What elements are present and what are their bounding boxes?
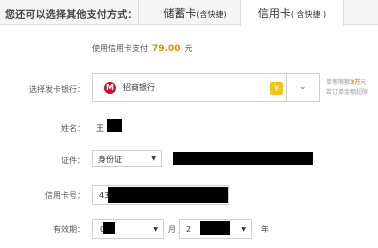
tab-credit-card[interactable]: 信用卡( 含快捷 ) bbox=[240, 0, 344, 26]
expiry-year-unit: 年 bbox=[261, 225, 269, 234]
tab-divider bbox=[138, 0, 139, 25]
id-number-redaction bbox=[173, 152, 313, 165]
card-number-label: 信用卡号： bbox=[45, 191, 85, 200]
bank-name: 招商银行 bbox=[123, 83, 155, 92]
tab-debit-label: 储蓄卡 bbox=[163, 7, 197, 20]
bank-label: 选择发卡银行： bbox=[29, 85, 85, 94]
payment-amount: 79.00 bbox=[152, 44, 181, 54]
tab-debit-hint: (含快捷) bbox=[196, 10, 227, 19]
caret-down-icon: ▼ bbox=[151, 155, 156, 162]
caret-down-icon: ▼ bbox=[241, 226, 246, 233]
payment-method-tab-bar: 您还可以选择其他支付方式： 储蓄卡(含快捷) 信用卡( 含快捷 ) bbox=[0, 0, 378, 26]
tab-credit-label: 信用卡 bbox=[257, 7, 291, 20]
expiry-year-value: 2 bbox=[186, 225, 192, 234]
other-payment-prompt: 您还可以选择其他支付方式： bbox=[5, 10, 138, 21]
card-number-redaction bbox=[108, 187, 228, 203]
bank-limit-amount: 3万 bbox=[350, 79, 361, 86]
tab-credit-hint: ( 含快捷 ) bbox=[290, 10, 327, 19]
quick-pay-badge-icon: ¥ bbox=[270, 82, 283, 95]
expiry-month-redaction bbox=[103, 222, 115, 234]
bank-select[interactable]: M 招商银行 ¥ ⌄ bbox=[92, 73, 320, 102]
expiry-label: 有效期： bbox=[53, 225, 85, 234]
tab-debit-card[interactable]: 储蓄卡(含快捷) bbox=[150, 0, 240, 25]
expiry-year-redaction bbox=[200, 221, 230, 235]
chevron-down-icon: ⌄ bbox=[299, 82, 307, 92]
cardholder-name: 王 bbox=[96, 124, 104, 133]
name-label: 姓名： bbox=[61, 124, 85, 133]
amount-currency: 元 bbox=[184, 44, 193, 53]
caret-down-icon: ▼ bbox=[153, 226, 158, 233]
name-redaction bbox=[107, 119, 122, 132]
bank-limit-unit: 元 bbox=[360, 79, 367, 86]
payment-amount-line: 使用信用卡支付 79.00 元 bbox=[92, 43, 192, 54]
bank-limit-line2: 若订单金额超限 bbox=[326, 89, 369, 96]
id-type-value: 身份证 bbox=[98, 155, 122, 164]
cmb-bank-logo-icon: M bbox=[104, 82, 116, 94]
bank-limit-note: 单笔限额3万元 若订单金额超限 bbox=[326, 78, 368, 98]
bank-limit-prefix: 单笔限额 bbox=[326, 79, 351, 86]
bank-dropdown-button[interactable]: ⌄ bbox=[286, 74, 319, 101]
amount-prefix: 使用信用卡支付 bbox=[92, 44, 148, 53]
id-type-label: 证件： bbox=[61, 156, 85, 165]
id-type-select[interactable]: 身份证 ▼ bbox=[92, 150, 162, 167]
